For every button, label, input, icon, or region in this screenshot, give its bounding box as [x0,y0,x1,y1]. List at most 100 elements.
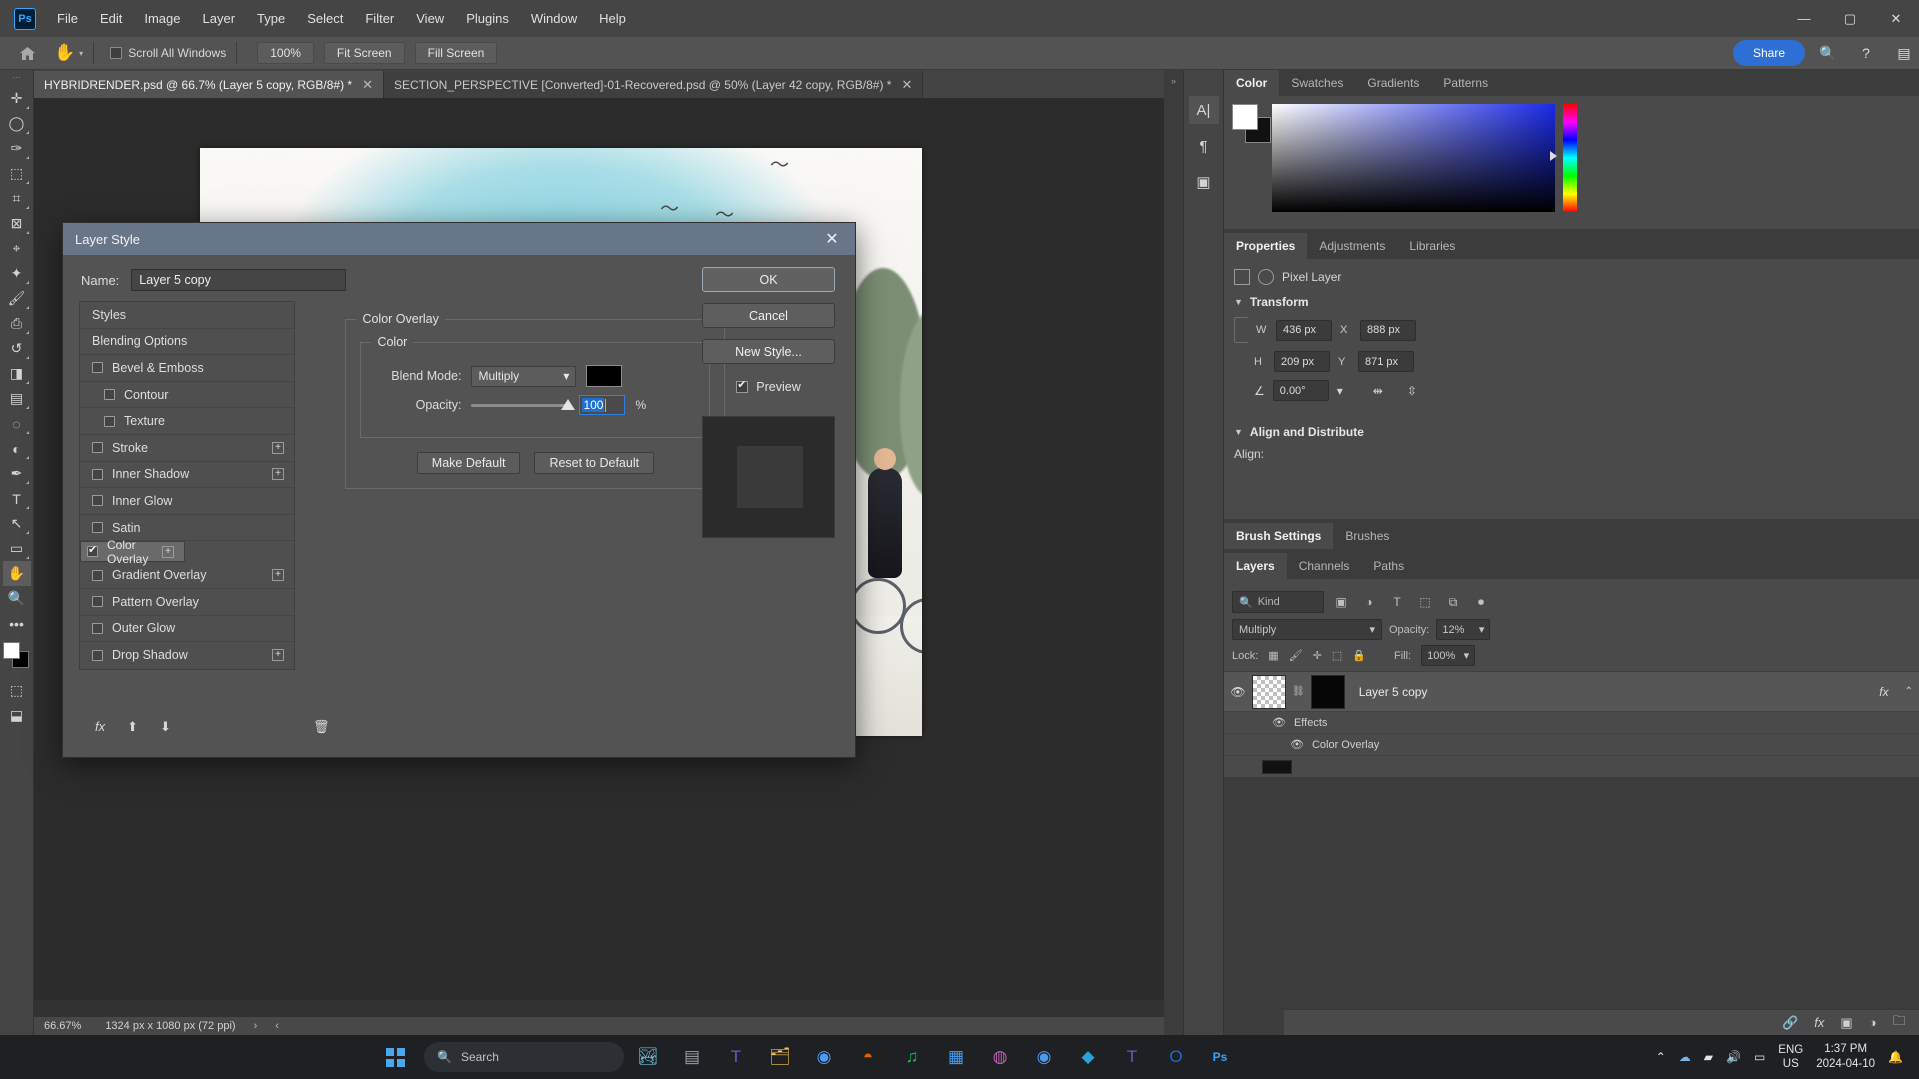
checkbox-box[interactable] [92,442,103,453]
firefox-icon[interactable]: ◓ [848,1037,888,1077]
lock-image-pixels-icon[interactable]: 🖌 [1289,649,1303,662]
filter-pixel-icon[interactable]: ▣ [1330,591,1352,613]
paragraph-panel-icon[interactable]: ¶ [1189,132,1219,160]
chevron-down-icon[interactable]: ▾ [79,49,83,58]
add-effect-icon[interactable]: + [272,442,284,454]
share-button[interactable]: Share [1733,40,1805,66]
bell-icon[interactable]: 🔔 [1888,1050,1903,1064]
menu-view[interactable]: View [405,0,455,37]
eraser-tool[interactable]: ◨ [3,361,31,386]
opacity-input[interactable]: 100 [579,395,625,415]
styles-list-item-outer-glow[interactable]: Outer Glow [80,616,294,643]
styles-list-item-inner-shadow[interactable]: Inner Shadow + [80,462,294,489]
effects-visibility-icon[interactable]: 👁 [1272,716,1286,729]
tab-brushes[interactable]: Brushes [1333,523,1401,549]
color-panel-foreground-swatch[interactable] [1232,104,1258,130]
menu-filter[interactable]: Filter [354,0,405,37]
windows-start-icon[interactable] [378,1042,412,1072]
reset-to-default-button[interactable]: Reset to Default [534,452,654,474]
history-brush-tool[interactable]: ↺ [3,336,31,361]
flip-vertical-icon[interactable]: ⇳ [1407,384,1417,398]
slider-knob[interactable] [561,399,575,410]
teams2-icon[interactable]: T [1112,1037,1152,1077]
opacity-slider[interactable] [471,398,569,412]
language-indicator[interactable]: ENG US [1778,1043,1803,1071]
quick-mask-tool[interactable]: ⬚ [3,678,31,703]
transform-section-header[interactable]: ▼ Transform [1232,289,1911,313]
styles-list-item-gradient-overlay[interactable]: Gradient Overlay + [80,562,294,589]
table-row[interactable]: 👁 ⛓ Layer 5 copy fx ⌃ [1224,671,1919,711]
document-tab-section-perspective[interactable]: SECTION_PERSPECTIVE [Converted]-01-Recov… [384,71,923,98]
ok-button[interactable]: OK [702,267,835,292]
onedrive-icon[interactable]: ☁ [1679,1050,1691,1064]
effect-visibility-icon[interactable]: 👁 [1290,738,1304,751]
widgets-icon[interactable]: ▤ [672,1037,712,1077]
styles-list-item-pattern-overlay[interactable]: Pattern Overlay [80,589,294,616]
zoom-level[interactable]: 66.67% [44,1020,81,1032]
tab-paths[interactable]: Paths [1361,553,1416,579]
angle-field[interactable]: 0.00° [1273,380,1329,401]
search-icon[interactable]: 🔍 [1813,38,1843,68]
new-style-button[interactable]: New Style... [702,339,835,364]
tab-color[interactable]: Color [1224,70,1279,96]
volume-icon[interactable]: 🔊 [1726,1050,1741,1064]
styles-list-item-styles[interactable]: Styles [80,302,294,329]
photoshop-icon[interactable]: Ps [1200,1037,1240,1077]
color-swatches[interactable] [3,642,31,670]
layer-style-icon[interactable]: fx [1814,1015,1824,1030]
checkbox-box[interactable] [92,596,103,607]
wifi-icon[interactable]: ▰ [1704,1050,1713,1064]
tab-channels[interactable]: Channels [1287,553,1362,579]
menu-select[interactable]: Select [296,0,354,37]
scroll-all-windows-checkbox[interactable]: Scroll All Windows [110,46,226,60]
layer-name-input[interactable]: Layer 5 copy [131,269,346,291]
status-expand-arrow[interactable]: › [254,1020,258,1032]
add-effect-icon[interactable]: + [272,468,284,480]
styles-list-item-blending-options[interactable]: Blending Options [80,329,294,356]
zoom-100-button[interactable]: 100% [257,42,314,64]
styles-list-item-inner-glow[interactable]: Inner Glow [80,488,294,515]
link-dimensions-icon[interactable] [1234,317,1248,343]
tab-adjustments[interactable]: Adjustments [1307,233,1397,259]
styles-list-item-color-overlay[interactable]: Color Overlay + [80,541,185,562]
color-field[interactable] [1272,104,1555,212]
teams-icon[interactable]: T [716,1037,756,1077]
tab-gradients[interactable]: Gradients [1355,70,1431,96]
pen-tool[interactable]: ✒ [3,461,31,486]
clock[interactable]: 1:37 PM 2024-04-10 [1816,1042,1875,1072]
filter-type-icon[interactable]: T [1386,591,1408,613]
document-tab-hybridrender[interactable]: HYBRIDRENDER.psd @ 66.7% (Layer 5 copy, … [34,71,384,98]
tab-patterns[interactable]: Patterns [1431,70,1500,96]
styles-list-item-drop-shadow[interactable]: Drop Shadow + [80,642,294,669]
preview-checkbox[interactable]: Preview [702,380,835,394]
list-item[interactable]: 👁 Effects [1224,711,1919,733]
checkbox-box[interactable] [92,495,103,506]
checkbox-box[interactable] [92,570,103,581]
close-icon[interactable]: ✕ [362,77,373,93]
color-panel-swatches[interactable] [1232,104,1272,144]
list-item[interactable]: 👁 Color Overlay [1224,733,1919,755]
hue-strip[interactable] [1563,104,1577,212]
layer-blend-mode-select[interactable]: Multiply ▾ [1232,619,1382,640]
mask-link-icon[interactable]: ⛓ [1292,686,1305,697]
store-icon[interactable]: ▦ [936,1037,976,1077]
layer-opacity-field[interactable]: 12% ▾ [1436,619,1490,640]
chevron-up-icon[interactable]: ⌃ [1905,686,1913,697]
next-layer-thumbnail[interactable] [1262,760,1292,774]
add-effect-icon[interactable]: + [162,546,174,558]
maximize-button[interactable]: ▢ [1827,0,1873,37]
clone-stamp-tool[interactable]: ⎙ [3,311,31,336]
chrome-icon[interactable]: ◉ [804,1037,844,1077]
menu-image[interactable]: Image [133,0,191,37]
layer-style-dialog[interactable]: Layer Style ✕ Name: Layer 5 copy Styles … [62,222,856,758]
menu-plugins[interactable]: Plugins [455,0,520,37]
tab-brush-settings[interactable]: Brush Settings [1224,523,1333,549]
filter-adjustment-icon[interactable]: ◑ [1358,591,1380,613]
move-tool[interactable]: ✛ [3,86,31,111]
styles-list-item-texture[interactable]: Texture [80,408,294,435]
blur-tool[interactable]: ◌ [3,411,31,436]
new-group-icon[interactable]: 🗀 [1893,1012,1906,1034]
tab-layers[interactable]: Layers [1224,553,1287,579]
home-icon[interactable] [12,38,42,68]
add-effect-icon[interactable]: + [272,569,284,581]
